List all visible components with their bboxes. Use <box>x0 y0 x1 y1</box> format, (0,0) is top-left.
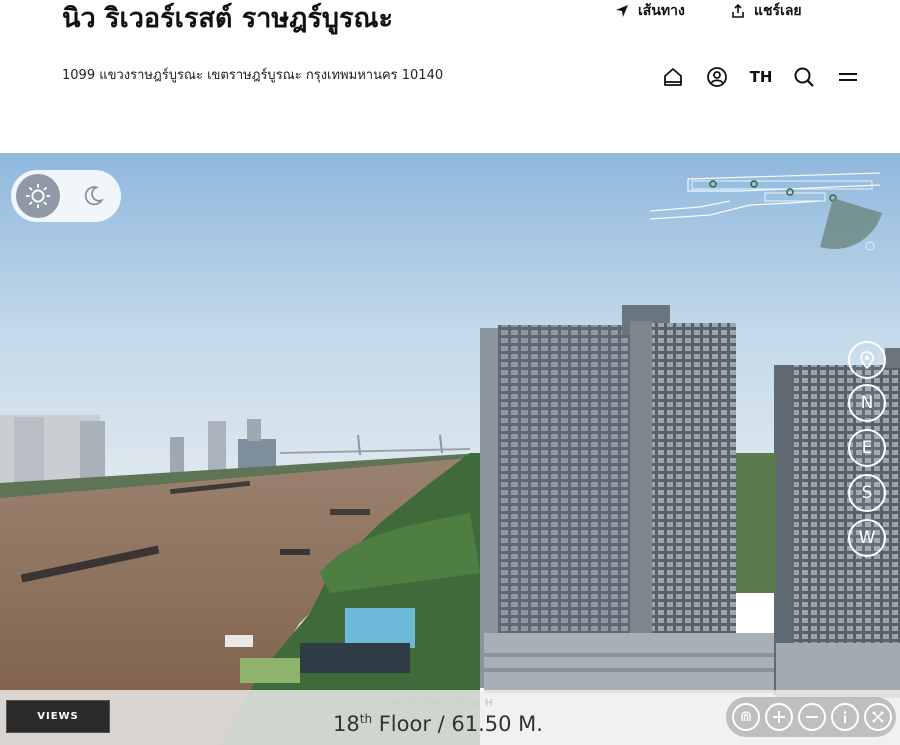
day-mode-button[interactable] <box>16 174 60 218</box>
zoom-out-icon <box>806 716 818 718</box>
info-icon <box>843 711 847 723</box>
viewer-bottom-bar: VIEWS BUILDING G & H 18th Floor / 61.50 … <box>0 690 900 745</box>
share-button[interactable]: แชร์เลย <box>730 0 802 22</box>
share-label: แชร์เลย <box>754 3 802 19</box>
directions-label: เส้นทาง <box>638 3 685 19</box>
floor-number: 18 <box>333 712 360 736</box>
building-label: BUILDING G & H <box>390 698 495 709</box>
directions-button[interactable]: เส้นทาง <box>614 0 685 22</box>
night-mode-button[interactable] <box>71 174 115 218</box>
zoom-in-icon <box>773 711 785 723</box>
page-header: นิว ริเวอร์เรสต์ ราษฎร์บูรณะ 1099 แขวงรา… <box>0 0 900 153</box>
floor-text: Floor / 61.50 M. <box>372 712 543 736</box>
view-cone <box>820 198 882 249</box>
compass-west[interactable]: W <box>848 519 886 557</box>
project-title: นิว ริเวอร์เรสต์ ราษฎร์บูรณะ <box>62 3 394 34</box>
menu-button[interactable] <box>835 64 861 90</box>
panorama-viewer[interactable]: N E S W VIEWS BUILDING G & H 18th Floor … <box>0 153 900 745</box>
gyro-icon <box>741 711 751 721</box>
search-button[interactable] <box>791 64 817 90</box>
zoom-in-button[interactable] <box>765 703 793 731</box>
floor-suffix: th <box>359 712 373 726</box>
user-icon <box>707 67 727 87</box>
zoom-out-button[interactable] <box>798 703 826 731</box>
moon-icon <box>84 186 104 206</box>
language-button[interactable]: TH <box>748 64 774 90</box>
navigation-arrow-icon <box>616 5 628 17</box>
project-address: 1099 แขวงราษฎร์บูรณะ เขตราษฎร์บูรณะ กรุง… <box>62 68 444 83</box>
compass-north[interactable]: N <box>848 384 886 422</box>
sun-icon <box>25 183 51 209</box>
views-button[interactable]: VIEWS <box>6 700 110 733</box>
account-button[interactable] <box>704 64 730 90</box>
share-icon <box>732 3 744 18</box>
location-pin-button[interactable] <box>848 341 886 379</box>
gyro-button[interactable] <box>732 703 760 731</box>
viewer-controls <box>726 697 896 737</box>
map-pin-icon <box>860 351 874 370</box>
fullscreen-icon <box>872 711 884 723</box>
menu-icon <box>839 73 857 81</box>
fullscreen-button[interactable] <box>864 703 892 731</box>
home-button[interactable] <box>660 64 686 90</box>
day-night-toggle[interactable] <box>11 170 121 222</box>
compass-south[interactable]: S <box>848 474 886 512</box>
info-button[interactable] <box>831 703 859 731</box>
search-icon <box>794 67 814 87</box>
home-icon <box>664 68 682 86</box>
site-minimap[interactable] <box>640 171 890 256</box>
floor-label: 18th Floor / 61.50 M. <box>333 712 543 736</box>
compass-east[interactable]: E <box>848 429 886 467</box>
